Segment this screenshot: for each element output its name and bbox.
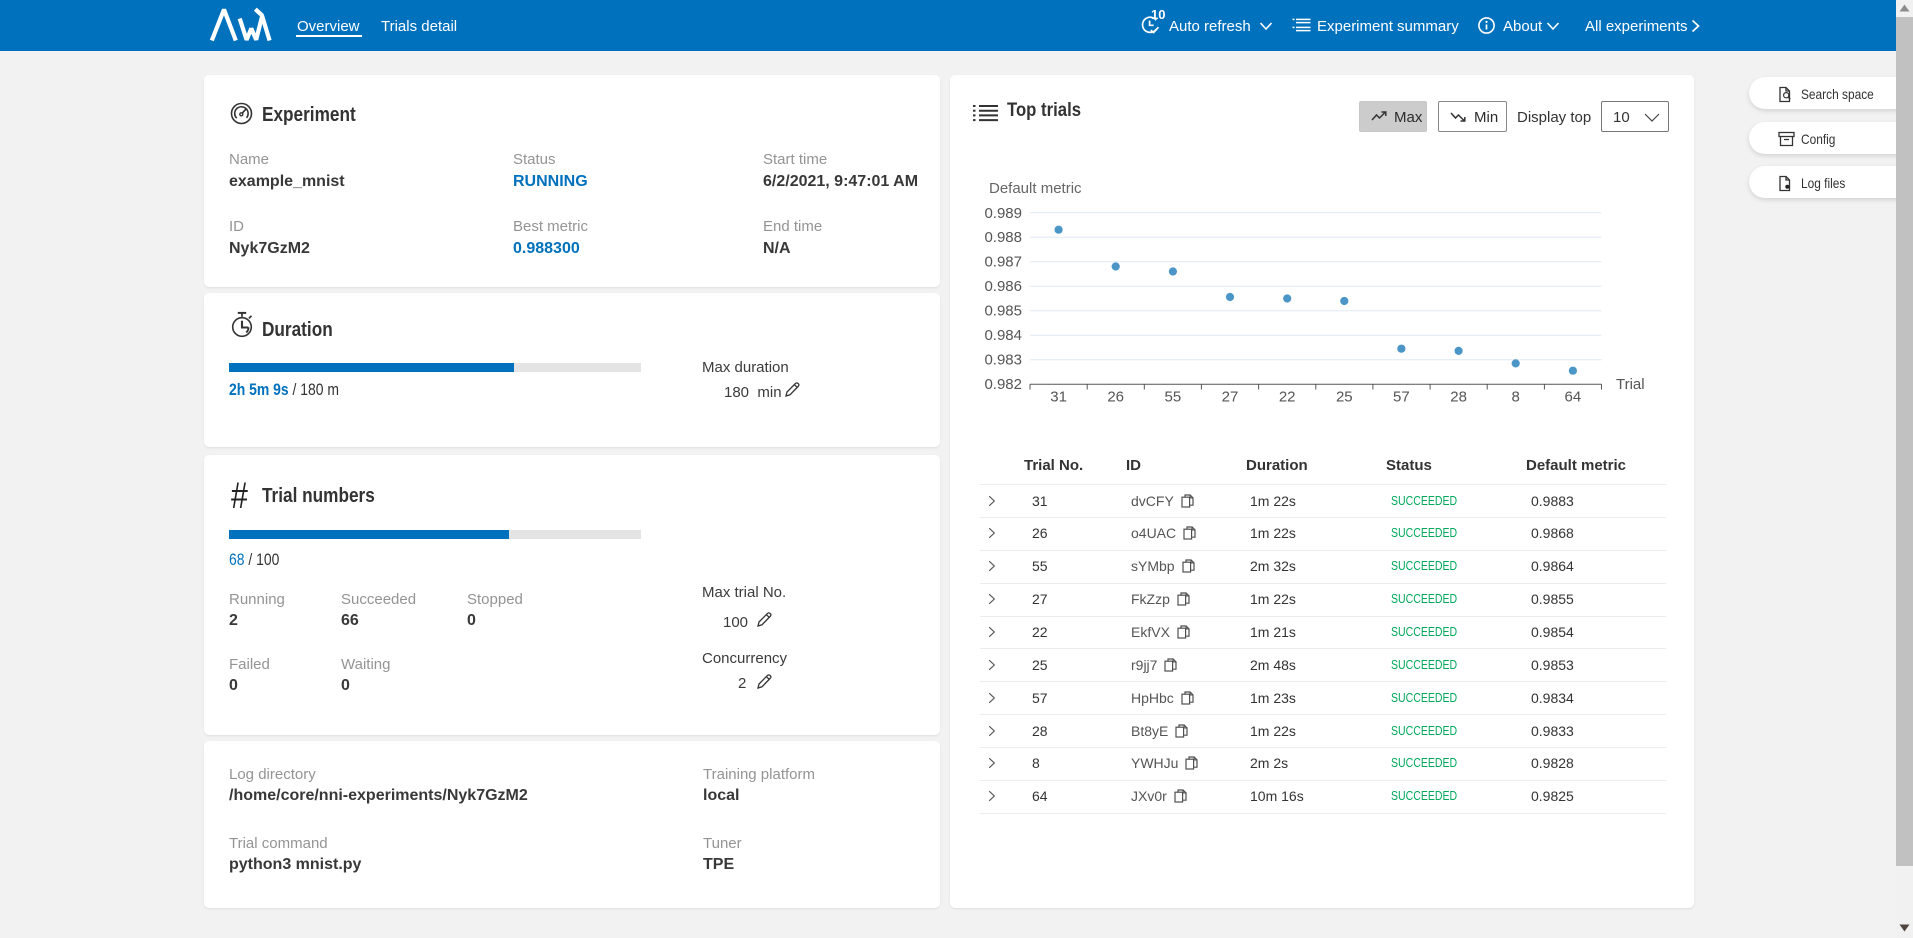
svg-text:0.985: 0.985 bbox=[984, 303, 1022, 320]
svg-text:64: 64 bbox=[1565, 389, 1582, 406]
svg-text:55: 55 bbox=[1165, 389, 1182, 406]
svg-text:0.982: 0.982 bbox=[984, 376, 1022, 393]
svg-text:0.984: 0.984 bbox=[984, 327, 1022, 344]
svg-text:22: 22 bbox=[1279, 389, 1296, 406]
svg-text:Default metric: Default metric bbox=[989, 180, 1082, 197]
svg-text:0.989: 0.989 bbox=[984, 205, 1022, 222]
svg-text:0.986: 0.986 bbox=[984, 278, 1022, 295]
svg-text:0.983: 0.983 bbox=[984, 352, 1022, 369]
svg-text:25: 25 bbox=[1336, 389, 1353, 406]
svg-text:8: 8 bbox=[1512, 389, 1520, 406]
svg-text:26: 26 bbox=[1107, 389, 1124, 406]
svg-text:57: 57 bbox=[1393, 389, 1410, 406]
svg-text:31: 31 bbox=[1050, 389, 1067, 406]
svg-text:28: 28 bbox=[1450, 389, 1467, 406]
svg-text:27: 27 bbox=[1222, 389, 1239, 406]
svg-text:0.988: 0.988 bbox=[984, 229, 1022, 246]
svg-text:Trial: Trial bbox=[1616, 376, 1645, 393]
svg-text:0.987: 0.987 bbox=[984, 254, 1022, 271]
